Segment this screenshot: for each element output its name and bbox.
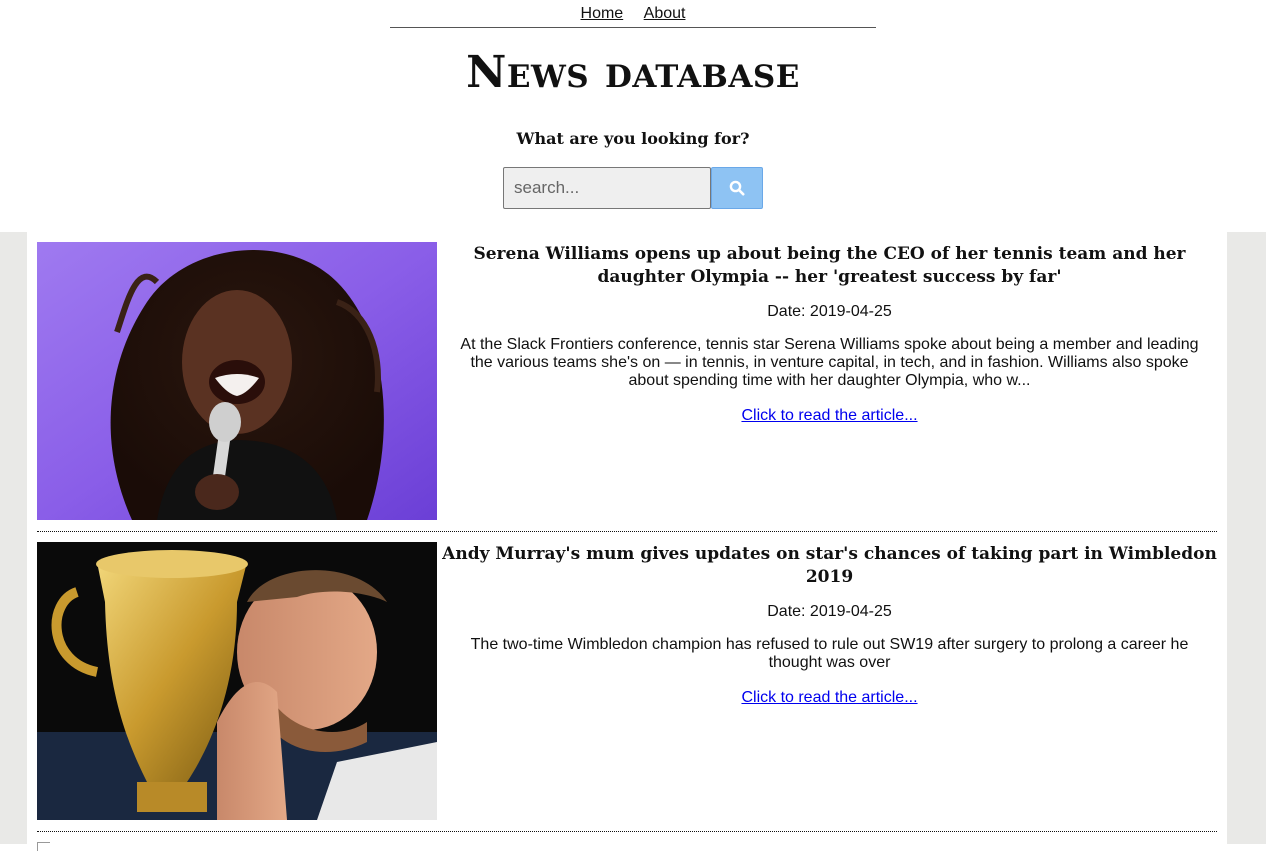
read-article-link[interactable]: Click to read the article...: [741, 406, 917, 426]
search-bar: [0, 167, 1266, 209]
article-body: Andy Murray's mum gives updates on star'…: [442, 542, 1217, 708]
results-panel: Serena Williams opens up about being the…: [27, 232, 1227, 851]
nav-home-link[interactable]: Home: [581, 5, 624, 22]
article-body: Serena Williams opens up about being the…: [442, 242, 1217, 426]
article-image[interactable]: [37, 542, 437, 820]
top-nav: Home About: [390, 0, 876, 28]
nav-about-link[interactable]: About: [644, 5, 686, 22]
article-image[interactable]: [37, 242, 437, 520]
broken-image-icon: [37, 842, 50, 851]
photo-andy-murray-trophy: [37, 542, 437, 820]
article-date: Date: 2019-04-25: [767, 303, 892, 320]
article-date: Date: 2019-04-25: [767, 603, 892, 620]
article-card: Andy Murray's mum gives updates on star'…: [37, 542, 1217, 832]
search-prompt: What are you looking for?: [516, 129, 750, 148]
photo-serena-williams-microphone: [37, 242, 437, 520]
results-area: Serena Williams opens up about being the…: [0, 232, 1266, 851]
site-title: News database: [466, 47, 800, 98]
article-card: Serena Williams opens up about being the…: [37, 242, 1217, 532]
search-icon: [729, 180, 745, 196]
read-article-link[interactable]: Click to read the article...: [741, 688, 917, 708]
article-title: Serena Williams opens up about being the…: [473, 244, 1186, 287]
search-button[interactable]: [711, 167, 763, 209]
article-title: Andy Murray's mum gives updates on star'…: [442, 544, 1217, 587]
article-summary: At the Slack Frontiers conference, tenni…: [460, 336, 1199, 389]
search-input[interactable]: [503, 167, 711, 209]
article-summary: The two-time Wimbledon champion has refu…: [470, 636, 1189, 671]
